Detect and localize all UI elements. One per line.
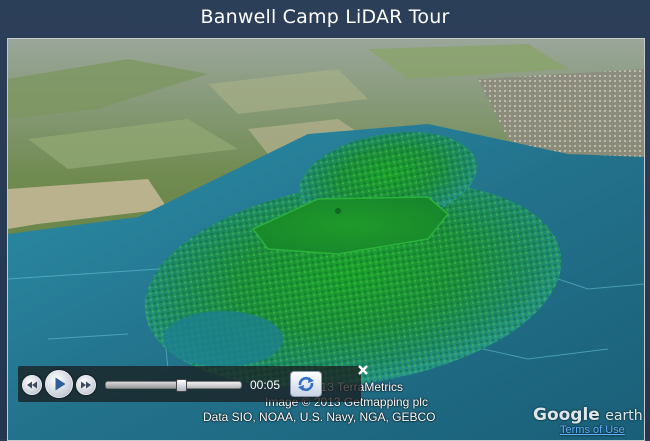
logo-brand: Google [533,405,600,425]
fast-forward-button[interactable] [76,375,96,395]
play-icon [55,377,66,391]
close-player-button[interactable] [356,363,370,377]
play-button[interactable] [45,370,73,398]
google-earth-logo: Google earth [533,405,643,425]
attribution-data-sources: Data SIO, NOAA, U.S. Navy, NGA, GEBCO [203,410,436,424]
window-title: Banwell Camp LiDAR Tour [200,6,450,28]
title-bar: Banwell Camp LiDAR Tour [0,0,650,34]
map-viewport[interactable]: © 2013 TerraMetrics Image © 2013 Getmapp… [7,38,645,441]
rewind-button[interactable] [22,375,42,395]
terms-of-use-link[interactable]: Terms of Use [560,424,625,436]
close-icon [358,365,368,375]
progress-handle[interactable] [176,379,188,392]
elapsed-time: 00:05 [250,378,281,392]
progress-slider[interactable] [105,379,242,392]
tour-window: Banwell Camp LiDAR Tour TerraMetrics Ima… [0,0,650,441]
rewind-icon [27,381,37,389]
fast-forward-icon [81,381,91,389]
hill-spur [163,311,283,367]
logo-product: earth [605,408,643,424]
loop-icon [298,376,314,392]
tour-player-controls: 00:05 [18,365,368,402]
progress-fill [106,382,181,388]
loop-button[interactable] [290,371,322,397]
enclosure-feature [335,208,341,214]
